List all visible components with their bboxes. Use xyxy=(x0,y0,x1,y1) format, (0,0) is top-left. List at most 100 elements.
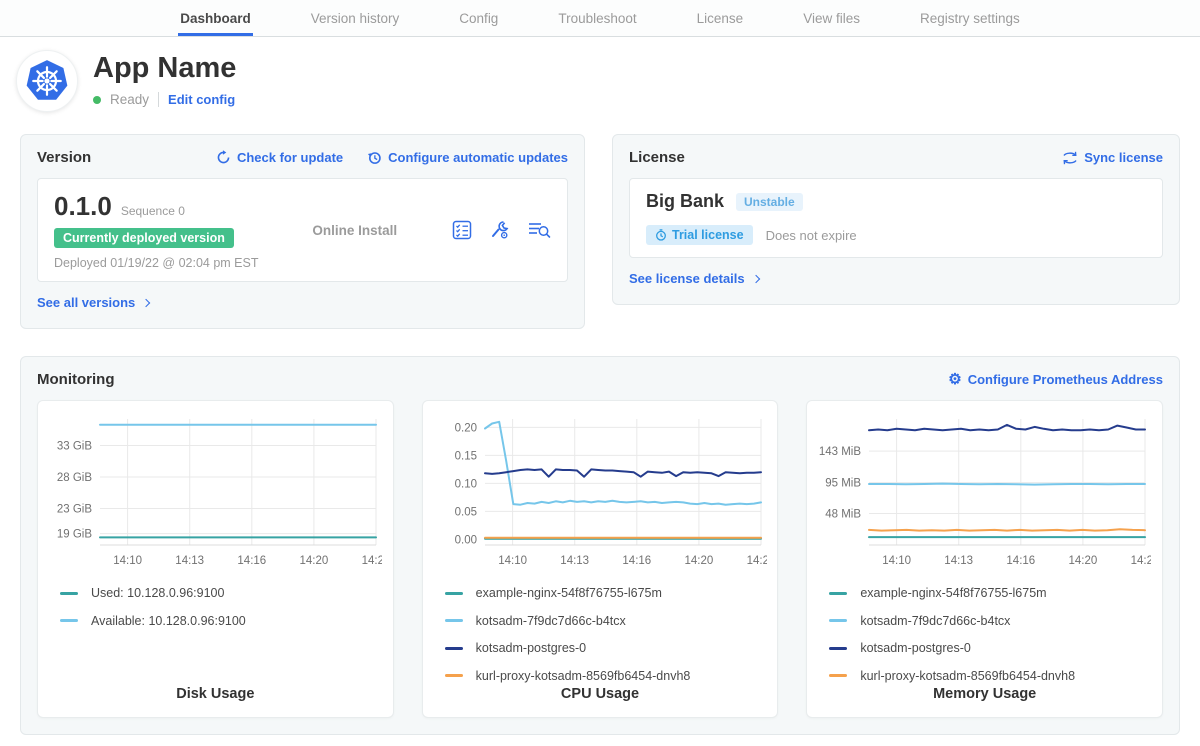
svg-text:0.05: 0.05 xyxy=(454,506,476,518)
configure-prometheus-link[interactable]: ⚙ Configure Prometheus Address xyxy=(948,372,1163,387)
legend-item: example-nginx-54f8f76755-l675m xyxy=(829,586,1152,600)
tab-troubleshoot[interactable]: Troubleshoot xyxy=(556,0,638,36)
legend-dash-icon xyxy=(829,674,847,677)
svg-text:0.20: 0.20 xyxy=(454,422,476,434)
svg-text:14:16: 14:16 xyxy=(1007,555,1036,567)
monitoring-heading: Monitoring xyxy=(37,371,114,388)
svg-text:14:10: 14:10 xyxy=(498,555,527,567)
deployed-timestamp: Deployed 01/19/22 @ 02:04 pm EST xyxy=(54,256,258,270)
legend-item: kotsadm-postgres-0 xyxy=(829,641,1152,655)
legend-label: Used: 10.128.0.96:9100 xyxy=(91,586,224,600)
chart-card-cpu-usage: 0.000.050.100.150.2014:1014:1314:1614:20… xyxy=(422,400,779,718)
legend-label: Available: 10.128.0.96:9100 xyxy=(91,614,246,628)
sync-arrows-icon xyxy=(1062,151,1078,165)
legend-label: kotsadm-postgres-0 xyxy=(476,641,586,655)
cpu-usage-chart: 0.000.050.100.150.2014:1014:1314:1614:20… xyxy=(433,413,767,571)
svg-text:95 MiB: 95 MiB xyxy=(826,478,862,490)
chart-card-disk-usage: 19 GiB23 GiB28 GiB33 GiB14:1014:1314:161… xyxy=(37,400,394,718)
svg-text:14:10: 14:10 xyxy=(883,555,912,567)
legend-label: kotsadm-7f9dc7d66c-b4tcx xyxy=(860,614,1010,628)
svg-text:33 GiB: 33 GiB xyxy=(57,440,92,452)
refresh-icon xyxy=(216,150,231,165)
license-detail-card: Big Bank Unstable Trial license Does not… xyxy=(629,178,1163,258)
memory-usage-legend: example-nginx-54f8f76755-l675m kotsadm-7f… xyxy=(829,586,1152,683)
svg-text:0.15: 0.15 xyxy=(454,450,476,462)
tab-version-history[interactable]: Version history xyxy=(309,0,402,36)
stopwatch-icon xyxy=(655,229,667,241)
tab-dashboard[interactable]: Dashboard xyxy=(178,0,253,36)
divider xyxy=(158,92,159,107)
check-for-update-link[interactable]: Check for update xyxy=(216,150,343,165)
chart-card-memory-usage: 48 MiB 95 MiB 143 MiB 14:10 14:13 14:16 14:20 1… xyxy=(806,400,1163,718)
svg-text:143 MiB: 143 MiB xyxy=(819,446,862,458)
page-title: App Name xyxy=(93,52,236,85)
sync-license-link[interactable]: Sync license xyxy=(1062,150,1163,165)
see-license-details-link[interactable]: See license details xyxy=(629,271,759,286)
configure-prometheus-label: Configure Prometheus Address xyxy=(968,372,1163,387)
install-type-label: Online Install xyxy=(258,223,451,238)
tab-license[interactable]: License xyxy=(695,0,746,36)
deployed-badge: Currently deployed version xyxy=(54,228,234,248)
see-all-versions-label: See all versions xyxy=(37,295,135,310)
tab-view-files[interactable]: View files xyxy=(801,0,862,36)
legend-label: kotsadm-postgres-0 xyxy=(860,641,970,655)
svg-text:14:10: 14:10 xyxy=(113,555,142,567)
trial-license-label: Trial license xyxy=(672,228,744,242)
memory-usage-chart: 48 MiB 95 MiB 143 MiB 14:10 14:13 14:16 14:20 1… xyxy=(817,413,1151,571)
app-header: App Name Ready Edit config xyxy=(0,37,1200,112)
svg-text:0.00: 0.00 xyxy=(454,534,476,546)
svg-text:48 MiB: 48 MiB xyxy=(826,509,862,521)
version-card: Version Check for update Configure au xyxy=(20,134,585,329)
svg-text:0.10: 0.10 xyxy=(454,478,476,490)
tab-config[interactable]: Config xyxy=(457,0,500,36)
chart-title: Memory Usage xyxy=(817,686,1152,702)
svg-text:14:16: 14:16 xyxy=(237,555,266,567)
disk-usage-legend: Used: 10.128.0.96:9100 Available: 10.128.… xyxy=(60,586,383,628)
chevron-right-icon xyxy=(751,274,759,282)
legend-label: example-nginx-54f8f76755-l675m xyxy=(860,586,1046,600)
svg-text:14:20: 14:20 xyxy=(684,555,713,567)
license-heading: License xyxy=(629,149,685,166)
gear-icon: ⚙ xyxy=(948,372,961,387)
legend-item: Available: 10.128.0.96:9100 xyxy=(60,614,383,628)
legend-dash-icon xyxy=(445,592,463,595)
svg-text:14:23: 14:23 xyxy=(1131,555,1151,567)
license-expiry: Does not expire xyxy=(766,228,857,243)
svg-text:14:16: 14:16 xyxy=(622,555,651,567)
sync-license-label: Sync license xyxy=(1084,150,1163,165)
version-number: 0.1.0 xyxy=(54,191,112,222)
legend-item: kotsadm-7f9dc7d66c-b4tcx xyxy=(829,614,1152,628)
legend-item: example-nginx-54f8f76755-l675m xyxy=(445,586,768,600)
svg-text:14:23: 14:23 xyxy=(746,555,766,567)
kubernetes-wheel-icon xyxy=(25,59,69,103)
legend-dash-icon xyxy=(60,619,78,622)
svg-text:14:23: 14:23 xyxy=(362,555,382,567)
configure-automatic-updates-label: Configure automatic updates xyxy=(388,150,568,165)
chevron-right-icon xyxy=(142,298,150,306)
edit-config-link[interactable]: Edit config xyxy=(168,92,235,107)
disk-usage-chart: 19 GiB23 GiB28 GiB33 GiB14:1014:1314:161… xyxy=(48,413,382,571)
cards-row: Version Check for update Configure au xyxy=(20,134,1180,329)
legend-label: example-nginx-54f8f76755-l675m xyxy=(476,586,662,600)
deploy-logs-icon[interactable] xyxy=(527,219,551,241)
customer-name: Big Bank xyxy=(646,191,724,212)
status-dot xyxy=(93,96,101,104)
legend-label: kotsadm-7f9dc7d66c-b4tcx xyxy=(476,614,626,628)
preflight-checks-icon[interactable] xyxy=(451,219,473,241)
legend-label: kurl-proxy-kotsadm-8569fb6454-dnvh8 xyxy=(860,669,1075,683)
version-sequence: Sequence 0 xyxy=(121,204,185,218)
legend-dash-icon xyxy=(829,592,847,595)
config-wrench-icon[interactable] xyxy=(489,219,511,241)
top-nav-tabs: Dashboard Version history Config Troublesho… xyxy=(150,0,1050,36)
clock-refresh-icon xyxy=(367,150,382,165)
legend-dash-icon xyxy=(829,647,847,650)
svg-text:14:13: 14:13 xyxy=(945,555,974,567)
see-all-versions-link[interactable]: See all versions xyxy=(37,295,149,310)
channel-badge: Unstable xyxy=(736,193,803,211)
legend-item: kurl-proxy-kotsadm-8569fb6454-dnvh8 xyxy=(829,669,1152,683)
svg-text:14:20: 14:20 xyxy=(1069,555,1098,567)
trial-license-badge: Trial license xyxy=(646,225,753,245)
legend-dash-icon xyxy=(445,619,463,622)
tab-registry-settings[interactable]: Registry settings xyxy=(918,0,1022,36)
configure-automatic-updates-link[interactable]: Configure automatic updates xyxy=(367,150,568,165)
